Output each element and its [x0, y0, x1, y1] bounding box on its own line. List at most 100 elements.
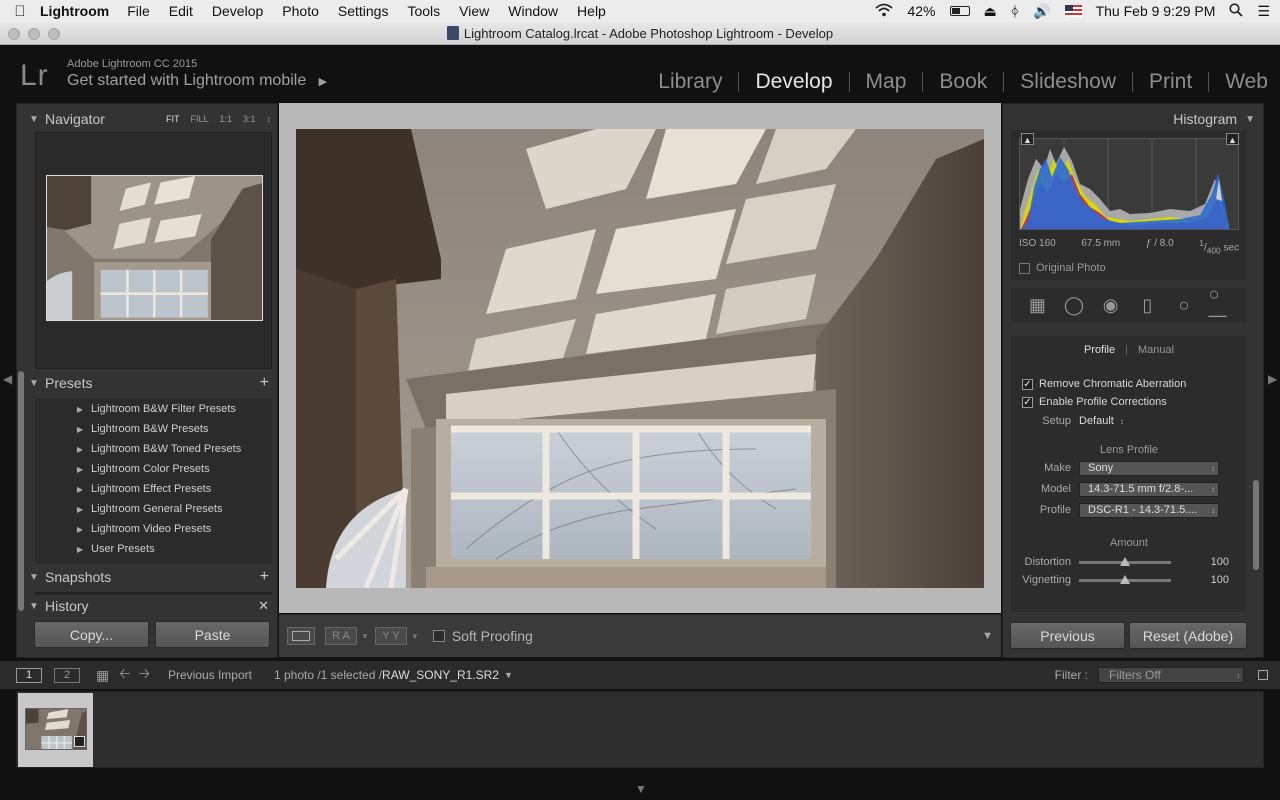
preset-folder[interactable]: ▶ User Presets	[35, 539, 272, 559]
original-photo-toggle[interactable]: Original Photo	[1019, 262, 1106, 274]
spot-removal-icon[interactable]: ◯	[1062, 295, 1086, 315]
vignetting-value[interactable]: 100	[1171, 574, 1229, 586]
setup-value[interactable]: Default	[1079, 415, 1114, 427]
module-develop[interactable]: Develop	[739, 70, 848, 94]
preset-folder[interactable]: ▶ Lightroom General Presets	[35, 499, 272, 519]
profile-select[interactable]: DSC-R1 - 14.3-71.5.... ↕	[1079, 502, 1219, 518]
menu-photo[interactable]: Photo	[282, 3, 319, 19]
tab-manual[interactable]: Manual	[1138, 344, 1174, 356]
before-after-ra-icon[interactable]: R A	[325, 627, 357, 645]
minimize-window-button[interactable]	[28, 28, 40, 40]
histogram-header[interactable]: Histogram ▼	[1003, 106, 1263, 132]
make-select[interactable]: Sony ↕	[1079, 460, 1219, 476]
ra-dropdown-icon[interactable]: ▼	[361, 632, 369, 641]
tab-profile[interactable]: Profile	[1084, 344, 1115, 356]
filename[interactable]: RAW_SONY_R1.SR2	[382, 668, 499, 682]
module-book[interactable]: Book	[923, 70, 1003, 94]
module-library[interactable]: Library	[642, 70, 738, 94]
yy-dropdown-icon[interactable]: ▼	[411, 632, 419, 641]
zoom-fill[interactable]: FILL	[190, 114, 208, 124]
forward-arrow-icon[interactable]: 🡢	[139, 663, 150, 687]
app-menu[interactable]: Lightroom	[40, 3, 109, 19]
grid-view-icon[interactable]: ▦	[96, 667, 109, 684]
menu-help[interactable]: Help	[577, 3, 606, 19]
apple-menu-icon[interactable]: 	[0, 3, 40, 20]
zoom-window-button[interactable]	[48, 28, 60, 40]
bluetooth-icon[interactable]: ᛄ	[1011, 3, 1019, 19]
left-panel-toggle-icon[interactable]: ◀	[3, 372, 12, 386]
highlight-clipping-icon[interactable]: ▲	[1226, 133, 1239, 145]
loupe-view-icon[interactable]	[287, 627, 315, 645]
histogram-graph[interactable]	[1019, 138, 1239, 230]
presets-header[interactable]: ▼ Presets +	[17, 370, 277, 396]
adjustment-brush-icon[interactable]: ○—	[1209, 284, 1233, 325]
distortion-value[interactable]: 100	[1171, 556, 1229, 568]
preset-folder[interactable]: ▶ Lightroom B&W Filter Presets	[35, 399, 272, 419]
filmstrip-toggle-icon[interactable]: ▼	[635, 782, 647, 796]
toolbar-options-icon[interactable]: ▼	[982, 630, 993, 642]
spotlight-search-icon[interactable]	[1229, 2, 1244, 20]
right-panel-toggle-icon[interactable]: ▶	[1268, 372, 1277, 386]
menu-file[interactable]: File	[127, 3, 150, 19]
before-after-yy-icon[interactable]: Y Y	[374, 627, 407, 645]
history-header[interactable]: ▼ History ✕	[17, 598, 277, 614]
add-preset-icon[interactable]: +	[260, 374, 269, 392]
vignetting-slider[interactable]	[1079, 574, 1171, 584]
module-print[interactable]: Print	[1133, 70, 1208, 94]
distortion-slider-knob[interactable]	[1120, 556, 1130, 566]
zoom-fit[interactable]: FIT	[166, 114, 180, 124]
add-snapshot-icon[interactable]: +	[260, 568, 269, 586]
menu-tools[interactable]: Tools	[407, 3, 440, 19]
clear-history-icon[interactable]: ✕	[258, 598, 269, 614]
shadow-clipping-icon[interactable]: ▲	[1021, 133, 1034, 145]
main-photo[interactable]	[296, 129, 984, 588]
preset-folder[interactable]: ▶ Lightroom Effect Presets	[35, 479, 272, 499]
menu-develop[interactable]: Develop	[212, 3, 263, 19]
battery-icon[interactable]	[949, 6, 970, 16]
volume-icon[interactable]: 🔊	[1033, 3, 1050, 20]
red-eye-icon[interactable]: ◉	[1099, 295, 1123, 315]
filter-select[interactable]: Filters Off ↕	[1098, 667, 1244, 683]
model-select[interactable]: 14.3-71.5 mm f/2.8-... ↕	[1079, 481, 1219, 497]
right-panel-scrollbar[interactable]	[1253, 480, 1259, 570]
navigator-thumbnail[interactable]	[46, 175, 263, 321]
soft-proofing-checkbox[interactable]	[432, 630, 445, 642]
reset-button[interactable]: Reset (Adobe)	[1129, 622, 1247, 649]
preset-folder[interactable]: ▶ Lightroom B&W Toned Presets	[35, 439, 272, 459]
graduated-filter-icon[interactable]: ▯	[1135, 295, 1159, 315]
filename-dropdown-icon[interactable]: ▼	[504, 670, 513, 680]
back-arrow-icon[interactable]: 🡠	[119, 663, 130, 687]
menu-edit[interactable]: Edit	[169, 3, 193, 19]
remove-ca-checkbox[interactable]: ✓	[1022, 378, 1033, 390]
clock[interactable]: Thu Feb 9 9:29 PM	[1096, 3, 1216, 19]
eject-icon[interactable]: ⏏	[984, 3, 997, 20]
module-slideshow[interactable]: Slideshow	[1004, 70, 1132, 94]
secondary-display-button[interactable]: 2	[54, 667, 80, 683]
notification-center-icon[interactable]: ☰	[1257, 3, 1270, 20]
preset-folder[interactable]: ▶ Lightroom Video Presets	[35, 519, 272, 539]
primary-display-button[interactable]: 1	[16, 667, 42, 683]
zoom-stepper-icon[interactable]: ↕	[267, 114, 272, 124]
input-source-flag-icon[interactable]	[1064, 5, 1082, 17]
setup-dropdown-icon[interactable]: ↕	[1120, 417, 1124, 426]
filter-lock-icon[interactable]	[1258, 670, 1268, 680]
radial-filter-icon[interactable]: ○	[1172, 295, 1196, 315]
crop-overlay-icon[interactable]: ▦	[1025, 295, 1049, 315]
copy-settings-button[interactable]: Copy...	[34, 621, 149, 648]
enable-profile-option[interactable]: ✓ Enable Profile Corrections	[1022, 396, 1167, 408]
zoom-1-1[interactable]: 1:1	[219, 114, 232, 124]
wifi-icon[interactable]	[875, 3, 894, 20]
zoom-3-1[interactable]: 3:1	[243, 114, 256, 124]
remove-ca-option[interactable]: ✓ Remove Chromatic Aberration	[1022, 378, 1186, 390]
filmstrip-source[interactable]: Previous Import	[168, 668, 252, 682]
preset-folder[interactable]: ▶ Lightroom B&W Presets	[35, 419, 272, 439]
module-web[interactable]: Web	[1209, 70, 1268, 94]
enable-profile-checkbox[interactable]: ✓	[1022, 396, 1033, 408]
paste-settings-button[interactable]: Paste	[155, 621, 270, 648]
preset-folder[interactable]: ▶ Lightroom Color Presets	[35, 459, 272, 479]
navigator-header[interactable]: ▼ Navigator FIT FILL 1:1 3:1 ↕	[17, 106, 277, 132]
module-map[interactable]: Map	[850, 70, 923, 94]
vignetting-slider-knob[interactable]	[1120, 574, 1130, 584]
distortion-slider[interactable]	[1079, 556, 1171, 566]
menu-settings[interactable]: Settings	[338, 3, 389, 19]
